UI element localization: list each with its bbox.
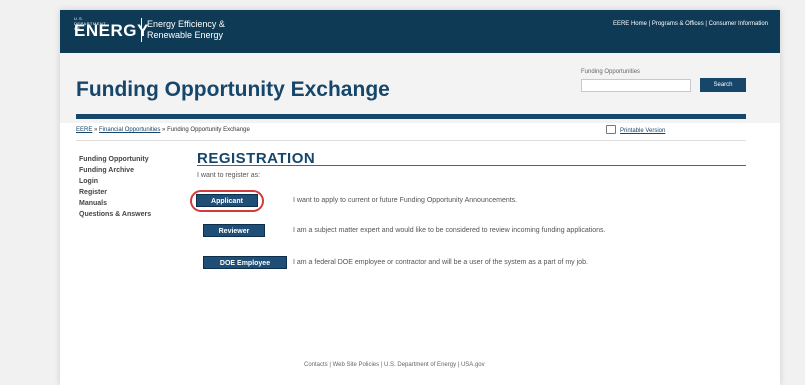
reviewer-description: I am a subject matter expert and would l… xyxy=(293,227,606,234)
sidebar-item-login[interactable]: Login xyxy=(79,176,151,187)
printable-version-link[interactable]: Printable Version xyxy=(606,125,666,135)
sidebar-item-manuals[interactable]: Manuals xyxy=(79,198,151,209)
sidebar-nav: Funding Opportunity Funding Archive Logi… xyxy=(79,154,151,220)
reviewer-button[interactable]: Reviewer xyxy=(203,224,265,237)
site-title[interactable]: Funding Opportunity Exchange xyxy=(76,78,390,102)
header-rule xyxy=(76,114,746,119)
printable-version-label: Printable Version xyxy=(620,128,666,135)
top-banner: U.S. DEPARTMENT OF ENERGY Energy Efficie… xyxy=(60,10,780,53)
applicant-button[interactable]: Applicant xyxy=(196,194,258,207)
breadcrumb-separator: » xyxy=(92,127,100,133)
search-label: Funding Opportunities xyxy=(581,69,641,75)
search-input[interactable] xyxy=(581,79,691,92)
sidebar-item-funding-archive[interactable]: Funding Archive xyxy=(79,165,151,176)
search-button[interactable]: Search xyxy=(700,78,746,92)
logo-office-line1: Energy Efficiency & xyxy=(147,19,225,29)
breadcrumb-financial-link[interactable]: Financial Opportunities xyxy=(99,127,160,133)
sidebar-item-register[interactable]: Register xyxy=(79,187,151,198)
footer-links[interactable]: Contacts | Web Site Policies | U.S. Depa… xyxy=(304,362,485,368)
top-nav-links[interactable]: EERE Home | Programs & Offices | Consume… xyxy=(613,21,768,27)
sidebar-item-questions-answers[interactable]: Questions & Answers xyxy=(79,209,151,220)
applicant-description: I want to apply to current or future Fun… xyxy=(293,197,518,204)
site-header: Funding Opportunity Exchange Funding Opp… xyxy=(60,53,780,123)
title-rule xyxy=(197,165,746,166)
logo-energy-text: ENERGY xyxy=(74,21,149,40)
sidebar-item-funding-opportunity[interactable]: Funding Opportunity xyxy=(79,154,151,165)
breadcrumb: EERE » Financial Opportunities » Funding… xyxy=(76,127,250,133)
breadcrumb-divider xyxy=(76,140,746,141)
breadcrumb-current: Funding Opportunity Exchange xyxy=(167,127,250,133)
doe-employee-description: I am a federal DOE employee or contracto… xyxy=(293,259,588,266)
breadcrumb-eere-link[interactable]: EERE xyxy=(76,127,92,133)
doe-employee-button[interactable]: DOE Employee xyxy=(203,256,287,269)
page-frame: U.S. DEPARTMENT OF ENERGY Energy Efficie… xyxy=(60,10,780,385)
logo-divider xyxy=(141,18,142,42)
logo-office-line2: Renewable Energy xyxy=(147,30,224,40)
printer-icon xyxy=(606,125,616,134)
registration-intro: I want to register as: xyxy=(197,172,261,179)
